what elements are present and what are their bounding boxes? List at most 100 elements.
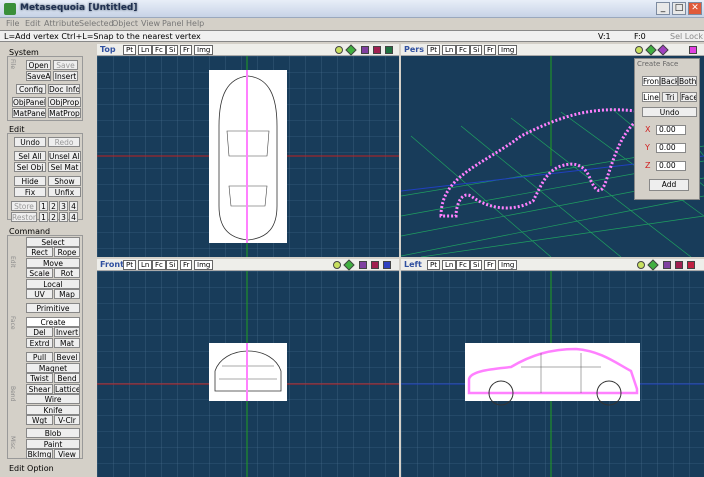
rotate-view-icon[interactable] bbox=[657, 44, 669, 56]
maximize-button[interactable]: □ bbox=[672, 2, 686, 15]
color-toggle-icon[interactable] bbox=[663, 261, 671, 269]
add-button[interactable]: Add bbox=[649, 179, 689, 191]
restore-slot-2[interactable]: 2 bbox=[49, 212, 58, 222]
tab-lines[interactable]: Ln bbox=[442, 260, 457, 270]
menu-selected[interactable]: Selected bbox=[79, 19, 114, 28]
redo-button[interactable]: Redo bbox=[48, 137, 80, 147]
close-button[interactable]: ✕ bbox=[688, 2, 702, 15]
extrude-button[interactable]: Extrd bbox=[26, 338, 53, 348]
restore-slot-3[interactable]: 3 bbox=[59, 212, 68, 222]
color-toggle-icon[interactable] bbox=[361, 46, 369, 54]
tab-lines[interactable]: Ln bbox=[138, 260, 153, 270]
open-button[interactable]: Open bbox=[26, 60, 51, 70]
config-button[interactable]: Config bbox=[16, 84, 46, 94]
rect-button[interactable]: Rect bbox=[26, 247, 53, 257]
front-canvas[interactable] bbox=[97, 271, 399, 477]
minimize-button[interactable]: _ bbox=[656, 2, 670, 15]
magnet-button[interactable]: Magnet bbox=[26, 363, 80, 373]
objpanel-button[interactable]: ObjPanel bbox=[12, 97, 46, 107]
tab-image[interactable]: Img bbox=[194, 260, 214, 270]
store-slot-3[interactable]: 3 bbox=[59, 201, 68, 211]
select-object-button[interactable]: Sel Obj bbox=[14, 162, 46, 172]
matpanel-button[interactable]: MatPanel bbox=[12, 108, 46, 118]
tab-faces[interactable]: Fc bbox=[456, 260, 470, 270]
invert-button[interactable]: Invert bbox=[54, 327, 80, 337]
menu-edit[interactable]: Edit bbox=[25, 19, 41, 28]
both-face-button[interactable]: Both bbox=[678, 76, 697, 86]
layout-icon[interactable] bbox=[675, 261, 683, 269]
sel-lock-button[interactable]: Sel Lock bbox=[670, 32, 703, 41]
local-button[interactable]: Local bbox=[26, 279, 80, 289]
tab-image[interactable]: Img bbox=[194, 45, 214, 55]
top-canvas[interactable] bbox=[97, 56, 399, 257]
mat-button[interactable]: Mat bbox=[54, 338, 80, 348]
restore-button[interactable]: Restore bbox=[11, 212, 37, 222]
tab-frame[interactable]: Fr bbox=[180, 45, 193, 55]
tab-silhouette[interactable]: Si bbox=[470, 260, 483, 270]
store-slot-1[interactable]: 1 bbox=[39, 201, 48, 211]
delete-button[interactable]: Del bbox=[26, 327, 53, 337]
tab-faces[interactable]: Fc bbox=[152, 260, 166, 270]
tab-silhouette[interactable]: Si bbox=[470, 45, 483, 55]
select-all-button[interactable]: Sel All bbox=[14, 151, 46, 161]
save-button[interactable]: Save bbox=[53, 60, 78, 70]
select-button[interactable]: Select bbox=[26, 237, 80, 247]
front-face-button[interactable]: Front bbox=[642, 76, 660, 86]
wire-button[interactable]: Wire bbox=[26, 394, 80, 404]
move-view-icon[interactable] bbox=[647, 259, 659, 271]
line-mode-button[interactable]: Line bbox=[642, 92, 660, 102]
maximize-view-icon[interactable] bbox=[385, 46, 393, 54]
weight-button[interactable]: Wgt bbox=[26, 415, 53, 425]
move-view-icon[interactable] bbox=[343, 259, 355, 271]
restore-slot-1[interactable]: 1 bbox=[39, 212, 48, 222]
docinfo-button[interactable]: Doc Info bbox=[48, 84, 80, 94]
back-face-button[interactable]: Back bbox=[660, 76, 678, 86]
top-viewport[interactable]: Top Pt Ln Fc Si Fr Img bbox=[97, 44, 399, 257]
fix-button[interactable]: Fix bbox=[14, 187, 46, 197]
store-slot-2[interactable]: 2 bbox=[49, 201, 58, 211]
objprop-button[interactable]: ObjProp bbox=[48, 97, 81, 107]
menu-help[interactable]: Help bbox=[186, 19, 204, 28]
front-viewport[interactable]: Front Pt Ln Fc Si Fr Img bbox=[97, 259, 399, 477]
knife-button[interactable]: Knife bbox=[26, 405, 80, 415]
tab-faces[interactable]: Fc bbox=[152, 45, 166, 55]
tab-lines[interactable]: Ln bbox=[442, 45, 457, 55]
rotate-button[interactable]: Rot bbox=[54, 268, 80, 278]
map-button[interactable]: Map bbox=[54, 289, 80, 299]
menu-object[interactable]: Object bbox=[112, 19, 138, 28]
lattice-button[interactable]: Lattice bbox=[54, 384, 80, 394]
undo-button[interactable]: Undo bbox=[14, 137, 46, 147]
x-input[interactable]: 0.00 bbox=[656, 125, 686, 135]
move-view-icon[interactable] bbox=[645, 44, 657, 56]
left-viewport[interactable]: Left Pt Ln Fc Si Fr Img bbox=[401, 259, 704, 477]
saveas-button[interactable]: SaveAs bbox=[26, 71, 51, 81]
face-mode-button[interactable]: Face bbox=[680, 92, 697, 102]
rope-button[interactable]: Rope bbox=[54, 247, 80, 257]
pull-button[interactable]: Pull bbox=[26, 352, 53, 362]
layout-icon[interactable] bbox=[371, 261, 379, 269]
unselect-all-button[interactable]: Unsel All bbox=[48, 151, 81, 161]
uv-button[interactable]: UV bbox=[26, 289, 53, 299]
menu-view[interactable]: View bbox=[141, 19, 160, 28]
menu-attribute[interactable]: Attribute bbox=[44, 19, 79, 28]
background-image-button[interactable]: BkImg bbox=[26, 449, 53, 459]
move-view-icon[interactable] bbox=[345, 44, 357, 56]
z-input[interactable]: 0.00 bbox=[656, 161, 686, 171]
create-button[interactable]: Create bbox=[26, 317, 80, 327]
y-input[interactable]: 0.00 bbox=[656, 143, 686, 153]
zoom-icon[interactable] bbox=[335, 46, 343, 54]
tab-points[interactable]: Pt bbox=[123, 45, 136, 55]
tri-mode-button[interactable]: Tri bbox=[662, 92, 678, 102]
tab-points[interactable]: Pt bbox=[427, 45, 440, 55]
select-material-button[interactable]: Sel Mat bbox=[48, 162, 81, 172]
tab-points[interactable]: Pt bbox=[427, 260, 440, 270]
maximize-view-icon[interactable] bbox=[383, 261, 391, 269]
zoom-icon[interactable] bbox=[333, 261, 341, 269]
tab-silhouette[interactable]: Si bbox=[166, 260, 179, 270]
tab-image[interactable]: Img bbox=[498, 260, 518, 270]
restore-slot-4[interactable]: 4 bbox=[69, 212, 78, 222]
maximize-view-icon[interactable] bbox=[687, 261, 695, 269]
matprop-button[interactable]: MatProp bbox=[48, 108, 81, 118]
tab-image[interactable]: Img bbox=[498, 45, 518, 55]
bevel-button[interactable]: Bevel bbox=[54, 352, 80, 362]
